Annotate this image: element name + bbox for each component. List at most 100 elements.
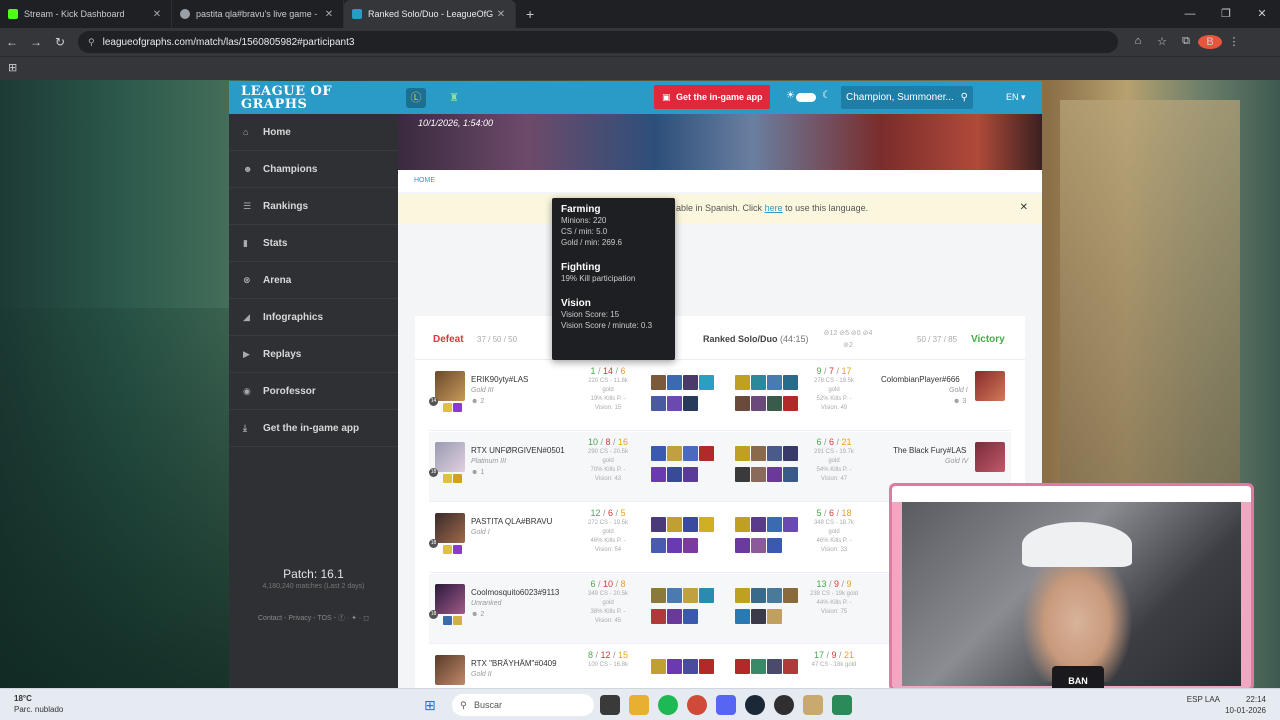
discord-icon[interactable]: [716, 695, 736, 715]
champion-icon[interactable]: [435, 655, 465, 685]
player-stats: 12 / 6 / 5 272 CS - 19.5k gold 46% Kills P…: [587, 508, 629, 553]
weather-widget[interactable]: 18°C Parc. nublado: [14, 693, 63, 715]
file-explorer-icon[interactable]: [629, 695, 649, 715]
footer-links[interactable]: Contact - Privacy - TOS - ⓕ · ✦ · ◻: [229, 613, 398, 623]
sidebar-item-porofessor[interactable]: ◉ Porofessor: [229, 373, 398, 410]
player-name[interactable]: ColombianPlayer#666: [881, 375, 960, 384]
globe-icon: [180, 9, 190, 19]
sidebar-item-rankings[interactable]: ☰ Rankings: [229, 188, 398, 225]
site-logo[interactable]: LEAGUE OF GRAPHS: [229, 81, 398, 114]
sidebar-item-replays[interactable]: ▶ Replays: [229, 336, 398, 373]
tft-icon[interactable]: ♜: [444, 88, 464, 108]
match-header: Defeat 37 / 50 / 50 Ranked Solo/Duo (44:…: [415, 316, 1025, 360]
close-icon[interactable]: ✕: [151, 9, 163, 20]
app-icon: ▣: [662, 92, 671, 102]
item-build: [651, 446, 721, 488]
breadcrumb: HOME: [398, 170, 1042, 192]
lol-icon[interactable]: Ⓛ: [406, 88, 426, 108]
party-size: ☻ 2: [471, 611, 485, 618]
player-rank: Platinum III: [471, 458, 507, 465]
sidebar-item-infographics[interactable]: ◢ Infographics: [229, 299, 398, 336]
league-client-icon[interactable]: [803, 695, 823, 715]
profile-button[interactable]: B: [1198, 35, 1222, 49]
minimize-button[interactable]: —: [1172, 0, 1208, 28]
porofessor-icon: ◉: [243, 385, 251, 396]
chart-icon: ▮: [243, 237, 248, 248]
apps-grid-icon[interactable]: ⊞: [8, 62, 17, 74]
player-name[interactable]: PASTITA QLA#BRAVU: [471, 517, 552, 526]
search-input[interactable]: Champion, Summoner... ⚲: [841, 86, 973, 109]
kick-icon: [8, 9, 18, 19]
champion-icon[interactable]: [975, 442, 1005, 472]
maximize-button[interactable]: ❐: [1208, 0, 1244, 28]
tab-title: Ranked Solo/Duo - LeagueOfG: [368, 9, 494, 19]
sidebar-item-stats[interactable]: ▮ Stats: [229, 225, 398, 262]
breadcrumb-home[interactable]: HOME: [414, 177, 435, 184]
champion-icon[interactable]: [435, 513, 465, 543]
player-stats-tooltip: Farming Minions: 220 CS / min: 5.0 Gold …: [552, 198, 675, 360]
player-name[interactable]: RTX UNFØRGIVEN#0501: [471, 446, 565, 455]
patch-version: Patch: 16.1: [283, 567, 344, 581]
tab-live-game[interactable]: pastita qla#bravu's live game - ✕: [172, 0, 344, 28]
player-stats: 8 / 12 / 15 100 CS - 16.8k: [587, 650, 629, 668]
search-icon: ⚲: [460, 700, 467, 710]
menu-icon[interactable]: ⋮: [1222, 35, 1246, 49]
objectives: ⊘12 ⊘5 ⊘0 ⊘4 ⊘2: [823, 330, 873, 349]
new-tab-button[interactable]: +: [516, 0, 544, 28]
tab-leagueofgraphs[interactable]: Ranked Solo/Duo - LeagueOfG ✕: [344, 0, 516, 28]
leagueofgraphs-icon: [352, 9, 362, 19]
moon-icon: ☾: [822, 90, 831, 101]
forward-button[interactable]: →: [24, 35, 48, 49]
sidebar-item-arena[interactable]: ⊗ Arena: [229, 262, 398, 299]
player-name[interactable]: RTX "BRÄYHÄM"#0409: [471, 659, 557, 668]
url-field[interactable]: ⚲ leagueofgraphs.com/match/las/156080598…: [78, 31, 1118, 53]
champion-icon[interactable]: [975, 371, 1005, 401]
site-info-icon[interactable]: ⚲: [88, 37, 95, 48]
tab-title: pastita qla#bravu's live game -: [196, 9, 318, 19]
extensions-icon[interactable]: ⧉: [1174, 35, 1198, 49]
close-icon[interactable]: ✕: [495, 9, 507, 20]
obs-icon[interactable]: [774, 695, 794, 715]
language-select[interactable]: EN ▾: [1006, 92, 1026, 103]
address-bar-row: ← → ↻ ⚲ leagueofgraphs.com/match/las/156…: [0, 28, 1280, 56]
champion-icon[interactable]: [435, 371, 465, 401]
player-name[interactable]: The Black Fury#LAS: [893, 446, 966, 455]
system-tray[interactable]: ESP LAA: [1187, 695, 1220, 704]
bookmarks-bar: ⊞: [0, 56, 1280, 80]
player-name[interactable]: Coolmosquito6023#9113: [471, 588, 559, 597]
champion-icon[interactable]: [435, 584, 465, 614]
riot-icon[interactable]: [832, 695, 852, 715]
task-view-icon[interactable]: [600, 695, 620, 715]
sidebar-item-get-app[interactable]: ⤓ Get the in-game app: [229, 410, 398, 447]
tab-kick-dashboard[interactable]: Stream - Kick Dashboard ✕: [0, 0, 172, 28]
player-rank: Gold I: [471, 529, 490, 536]
close-window-button[interactable]: ✕: [1244, 0, 1280, 28]
get-ingame-app-button[interactable]: ▣ Get the in-game app: [654, 85, 770, 109]
back-button[interactable]: ←: [0, 35, 24, 49]
player-name[interactable]: ERIK90yty#LAS: [471, 375, 528, 384]
player-rank: Unranked: [471, 600, 502, 607]
sidebar-item-champions[interactable]: ☻ Champions: [229, 151, 398, 188]
chrome-icon[interactable]: [687, 695, 707, 715]
sidebar-item-home[interactable]: ⌂ Home: [229, 114, 398, 151]
tab-title: Stream - Kick Dashboard: [24, 9, 125, 19]
close-icon[interactable]: ✕: [1020, 202, 1028, 213]
taskbar-search[interactable]: ⚲ Buscar: [452, 694, 594, 716]
site-sidebar: LEAGUE OF GRAPHS ⌂ Home ☻ Champions ☰ Ranki…: [229, 81, 398, 688]
table-row: 14 ERIK90yty#LAS Gold III ☻ 2 1 / 14 / 6…: [429, 361, 1011, 431]
play-icon: ▶: [243, 348, 250, 359]
player-stats: 6 / 10 / 8 349 CS - 20.5k gold 38% Kills P…: [587, 579, 629, 624]
reload-button[interactable]: ↻: [48, 35, 72, 49]
language-link[interactable]: here: [765, 203, 783, 213]
translate-icon[interactable]: ⌂: [1126, 35, 1150, 49]
bookmark-star-icon[interactable]: ☆: [1150, 35, 1174, 49]
close-icon[interactable]: ✕: [323, 9, 335, 20]
steam-icon[interactable]: [745, 695, 765, 715]
item-build: [651, 659, 721, 680]
taskbar-clock[interactable]: 22:14 10-01-2026: [1225, 694, 1266, 716]
left-team-kda: 37 / 50 / 50: [477, 335, 518, 344]
theme-toggle[interactable]: [796, 93, 816, 102]
champion-icon[interactable]: [435, 442, 465, 472]
spotify-icon[interactable]: [658, 695, 678, 715]
windows-start-icon[interactable]: ⊞: [424, 697, 440, 713]
